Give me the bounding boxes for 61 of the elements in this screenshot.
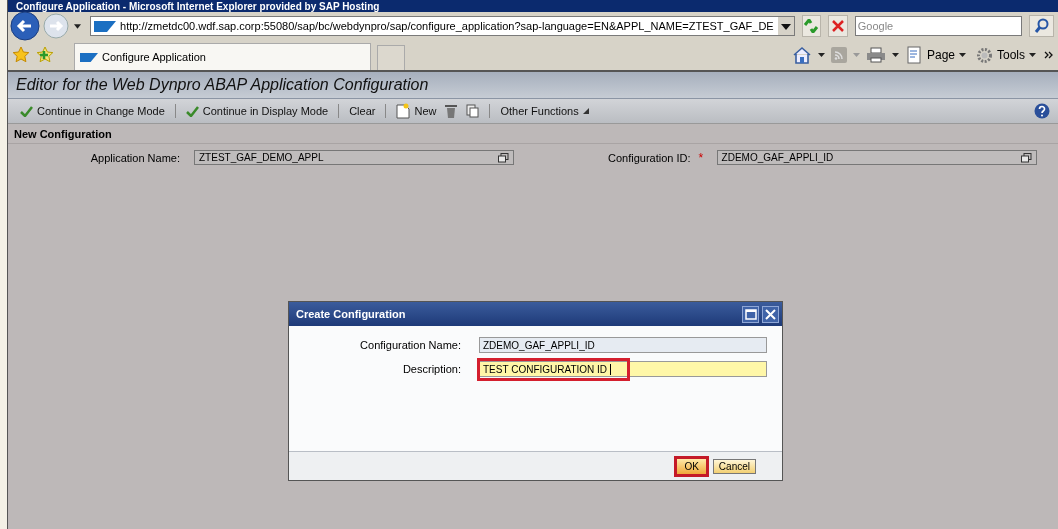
refresh-button[interactable] [801, 15, 822, 37]
gear-icon [976, 46, 993, 64]
sap-logo-icon [94, 20, 116, 32]
section-title: New Configuration [8, 124, 1058, 144]
window-title: Configure Application - Microsoft Internet Explorer provided by SAP Hosting [16, 0, 380, 12]
dropdown-arrow-icon[interactable] [74, 23, 81, 29]
field-label: Description: [401, 363, 462, 375]
caret-icon [1029, 53, 1036, 57]
star-icon[interactable] [12, 46, 30, 64]
input-field[interactable]: ZDEMO_GAF_APPLI_ID [479, 337, 767, 353]
maximize-icon [744, 308, 757, 320]
close-button[interactable] [762, 305, 779, 323]
checkmark-icon [20, 105, 33, 117]
home-icon[interactable] [791, 46, 812, 64]
other-functions-menu[interactable]: Other Functions [498, 104, 591, 118]
required-mark: * [698, 150, 705, 165]
search-icon [1033, 18, 1050, 34]
refresh-icon [803, 19, 820, 33]
search-button[interactable] [1029, 15, 1054, 37]
copy-icon [466, 104, 480, 118]
caret-icon[interactable] [891, 53, 899, 57]
sap-logo-icon [80, 52, 98, 62]
value-help-icon[interactable] [498, 152, 509, 163]
triangle-icon [582, 108, 589, 114]
chevron-icon[interactable] [1044, 51, 1054, 59]
input-field[interactable]: ZDEMO_GAF_APPLI_ID [716, 150, 1037, 165]
back-button[interactable] [10, 11, 40, 41]
dialog-button[interactable]: Cancel [712, 458, 756, 474]
dialog-title: Create Configuration [296, 308, 407, 320]
toolbar-button[interactable]: Continue in Change Mode [18, 104, 167, 118]
field-label: Configuration ID: [608, 151, 692, 164]
help-icon[interactable] [1034, 103, 1050, 119]
trash-icon [445, 104, 458, 118]
clear-button[interactable]: Clear [347, 104, 378, 118]
dialog-button[interactable]: OK [674, 455, 709, 477]
close-icon [831, 19, 845, 33]
tools-menu[interactable]: Tools [974, 46, 1038, 64]
delete-button[interactable] [443, 103, 460, 119]
toolbar-button[interactable]: Continue in Display Mode [183, 104, 331, 118]
printer-icon[interactable] [865, 47, 886, 63]
maximize-button[interactable] [742, 305, 759, 323]
stop-button[interactable] [828, 15, 848, 37]
caret-icon [959, 53, 966, 57]
new-button[interactable]: New [394, 102, 439, 120]
address-field[interactable]: http://zmetdc00.wdf.sap.corp:55080/sap/bc/webdynpro/sap/configure_application?sap-language=EN&APPL_NAME=ZTEST_GAF_DE [90, 16, 795, 36]
url-text: http://zmetdc00.wdf.sap.corp:55080/sap/bc/webdynpro/sap/configure_application?sap-language=EN&APPL_NAME=ZTEST_GAF_DE [120, 20, 774, 32]
value-help-icon[interactable] [1020, 152, 1032, 163]
caret-icon[interactable] [817, 53, 825, 57]
copy-button[interactable] [464, 103, 482, 119]
input-field[interactable]: ZTEST_GAF_DEMO_APPL [194, 150, 514, 165]
field-label: Configuration Name: [359, 339, 462, 351]
page-icon [906, 46, 923, 64]
browser-tab[interactable]: Configure Application [74, 43, 371, 70]
close-icon [765, 308, 776, 320]
checkmark-icon [185, 105, 199, 117]
field-label: Application Name: [89, 151, 181, 164]
page-title: Editor for the Web Dynpro ABAP Application Configuration [16, 76, 429, 94]
search-field[interactable]: Google [854, 16, 1023, 36]
page-menu[interactable]: Page [904, 46, 968, 64]
new-document-icon [396, 103, 411, 119]
add-favorite-icon[interactable] [36, 46, 54, 64]
